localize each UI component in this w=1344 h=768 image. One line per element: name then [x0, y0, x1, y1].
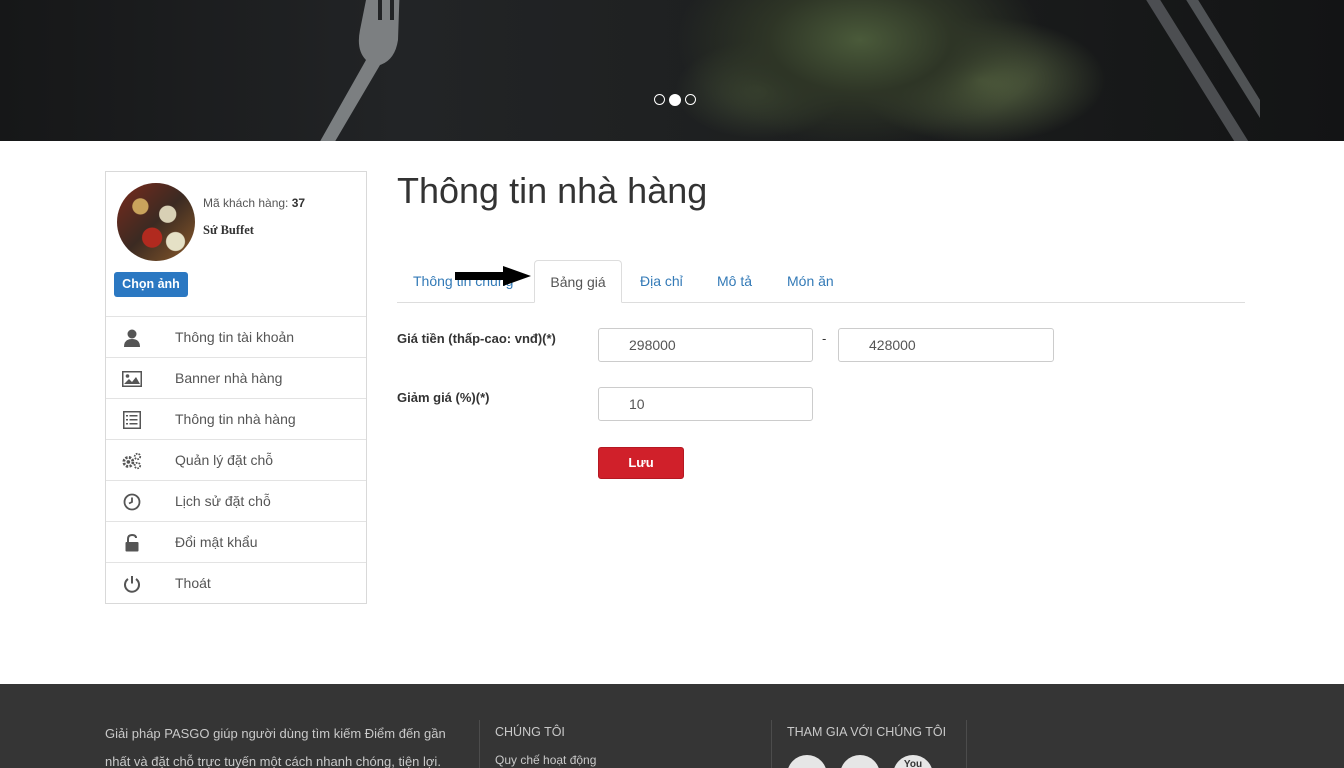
hero-banner — [0, 0, 1344, 141]
carousel-dot[interactable] — [654, 94, 665, 105]
sidebar-item-restaurant-info[interactable]: Thông tin nhà hàng — [106, 399, 366, 440]
price-separator: - — [822, 331, 827, 346]
footer-join-us-title: THAM GIA VỚI CHÚNG TÔI — [787, 725, 947, 739]
discount-input[interactable] — [598, 387, 813, 421]
choose-image-button[interactable]: Chọn ảnh — [114, 272, 188, 297]
list-icon — [122, 410, 142, 430]
tab-description[interactable]: Mô tả — [717, 260, 752, 303]
sidebar-item-label: Thoát — [175, 575, 211, 591]
sidebar-item-label: Thông tin tài khoản — [175, 329, 295, 345]
sidebar-item-label: Đổi mật khẩu — [175, 534, 258, 550]
sidebar-item-label: Thông tin nhà hàng — [175, 411, 296, 427]
chopsticks-decoration — [1146, 0, 1260, 141]
footer-divider — [771, 720, 772, 768]
customer-id-line: Mã khách hàng: 37 — [203, 196, 305, 210]
google-plus-icon[interactable] — [840, 755, 880, 768]
tab-price-list[interactable]: Bảng giá — [534, 260, 622, 303]
facebook-icon[interactable] — [787, 755, 827, 768]
price-min-input[interactable] — [598, 328, 813, 362]
save-button[interactable]: Lưu — [598, 447, 684, 479]
carousel-dot[interactable] — [685, 94, 696, 105]
youtube-icon-text: You — [903, 759, 923, 768]
sidebar-item-booking-history[interactable]: Lịch sử đặt chỗ — [106, 481, 366, 522]
fork-decoration — [320, 0, 400, 141]
sidebar-item-logout[interactable]: Thoát — [106, 563, 366, 604]
sidebar-item-banner[interactable]: Banner nhà hàng — [106, 358, 366, 399]
footer: Giải pháp PASGO giúp người dùng tìm kiếm… — [0, 684, 1344, 768]
account-sidebar: Mã khách hàng: 37 Sứ Buffet Chọn ảnh Thô… — [105, 171, 367, 604]
sidebar-item-label: Quản lý đặt chỗ — [175, 452, 274, 468]
carousel-dot-active[interactable] — [669, 93, 681, 106]
sidebar-item-label: Banner nhà hàng — [175, 370, 283, 386]
page-title: Thông tin nhà hàng — [397, 170, 708, 211]
carousel-indicators — [654, 93, 696, 106]
power-icon — [122, 574, 142, 594]
customer-id-label: Mã khách hàng: — [203, 196, 289, 210]
restaurant-name: Sứ Buffet — [203, 223, 254, 237]
gears-icon — [122, 451, 142, 471]
tab-dishes[interactable]: Món ăn — [787, 260, 834, 303]
footer-divider — [479, 720, 480, 768]
discount-label: Giảm giá (%)(*) — [397, 390, 490, 405]
profile-card: Mã khách hàng: 37 Sứ Buffet Chọn ảnh — [106, 172, 366, 317]
footer-about-us-title: CHÚNG TÔI — [495, 725, 565, 739]
sidebar-item-account-info[interactable]: Thông tin tài khoản — [106, 317, 366, 358]
youtube-icon[interactable]: You — [893, 755, 933, 768]
tab-address[interactable]: Địa chỉ — [640, 260, 683, 303]
sidebar-item-change-password[interactable]: Đổi mật khẩu — [106, 522, 366, 563]
avatar — [117, 183, 195, 261]
footer-divider — [966, 720, 967, 768]
price-max-input[interactable] — [838, 328, 1054, 362]
arrow-right-icon — [455, 266, 531, 286]
unlock-icon — [122, 533, 142, 553]
sidebar-item-label: Lịch sử đặt chỗ — [175, 493, 271, 509]
footer-link-operating-rules[interactable]: Quy chế hoạt động — [495, 753, 596, 767]
price-range-label: Giá tiền (thấp-cao: vnđ)(*) — [397, 331, 556, 346]
sidebar-item-booking-management[interactable]: Quản lý đặt chỗ — [106, 440, 366, 481]
clock-icon — [122, 492, 142, 512]
customer-id-value: 37 — [291, 196, 306, 210]
image-icon — [122, 369, 142, 389]
user-icon — [122, 328, 142, 348]
footer-about-text: Giải pháp PASGO giúp người dùng tìm kiếm… — [105, 726, 446, 768]
